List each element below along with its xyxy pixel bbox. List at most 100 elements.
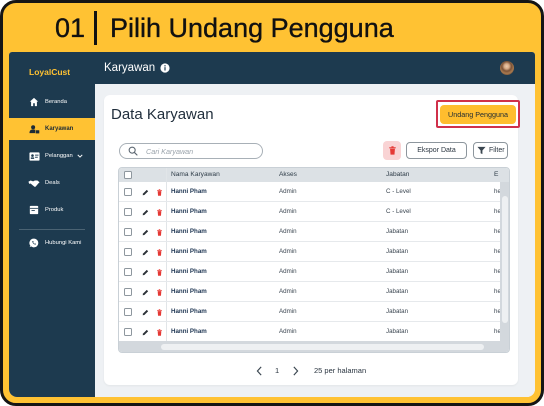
sidebar-item-label: Beranda	[45, 99, 67, 105]
employee-position: C - Level	[386, 188, 411, 195]
trash-icon[interactable]	[156, 208, 163, 216]
row-checkbox[interactable]	[124, 288, 132, 296]
trash-icon[interactable]	[156, 268, 163, 276]
employee-position: Jabatan	[386, 288, 409, 295]
edit-icon[interactable]	[142, 309, 149, 316]
sidebar-item-label: Pelanggan	[45, 153, 73, 159]
sidebar-item-karyawan[interactable]: Karyawan	[9, 118, 95, 140]
column-header-name[interactable]: Nama Karyawan	[171, 168, 220, 182]
delete-button[interactable]	[383, 141, 401, 160]
table-row[interactable]: Hanni Pham Admin Jabatan he	[119, 322, 509, 342]
whatsapp-icon	[28, 237, 40, 249]
employee-access: Admin	[279, 328, 297, 335]
column-header-access[interactable]: Akses	[279, 168, 297, 182]
trash-icon[interactable]	[156, 188, 163, 196]
trash-icon[interactable]	[156, 248, 163, 256]
invite-user-button[interactable]: Undang Pengguna	[440, 105, 516, 124]
chevron-left-icon[interactable]	[256, 366, 264, 376]
edit-icon[interactable]	[142, 329, 149, 336]
product-icon	[28, 204, 40, 216]
sidebar-item-produk[interactable]: Produk	[9, 199, 95, 221]
export-button[interactable]: Ekspor Data	[406, 142, 467, 159]
row-checkbox[interactable]	[124, 208, 132, 216]
edit-icon[interactable]	[142, 229, 149, 236]
table-row[interactable]: Hanni Pham Admin C - Level he	[119, 182, 509, 202]
employee-name: Hanni Pham	[171, 308, 207, 315]
employee-name: Hanni Pham	[171, 228, 207, 235]
employee-position: Jabatan	[386, 228, 409, 235]
per-page-selector[interactable]: 25 per halaman	[314, 365, 366, 377]
column-divider	[166, 242, 167, 261]
row-checkbox[interactable]	[124, 228, 132, 236]
sidebar-item-label: Produk	[45, 207, 64, 213]
table-row[interactable]: Hanni Pham Admin Jabatan he	[119, 262, 509, 282]
table-row[interactable]: Hanni Pham Admin Jabatan he	[119, 242, 509, 262]
search-input[interactable]	[146, 144, 258, 158]
step-title: Pilih Undang Pengguna	[110, 13, 394, 43]
table-row[interactable]: Hanni Pham Admin C - Level he	[119, 202, 509, 222]
customer-card-icon	[28, 150, 40, 162]
column-divider	[166, 302, 167, 321]
employee-icon	[28, 123, 40, 135]
sidebar-divider	[19, 229, 85, 230]
top-bar: Karyawan	[95, 52, 535, 84]
brand-logo[interactable]: LoyalCust	[29, 66, 70, 78]
sidebar-item-pelanggan[interactable]: Pelanggan	[9, 145, 95, 167]
trash-icon[interactable]	[156, 228, 163, 236]
vertical-scroll-thumb[interactable]	[502, 196, 508, 323]
edit-icon[interactable]	[142, 209, 149, 216]
chevron-down-icon[interactable]	[77, 153, 83, 159]
column-header-email[interactable]: E	[494, 168, 498, 182]
employee-access: Admin	[279, 188, 297, 195]
row-checkbox[interactable]	[124, 308, 132, 316]
table-row[interactable]: Hanni Pham Admin Jabatan he	[119, 282, 509, 302]
filter-label: Filter	[489, 147, 505, 154]
column-divider	[166, 262, 167, 281]
step-card: 01 Pilih Undang Pengguna LoyalCust Beran…	[0, 0, 544, 406]
chevron-right-icon[interactable]	[292, 366, 300, 376]
step-divider	[94, 11, 97, 45]
employee-table: Nama Karyawan Akses Jabatan E Hanni Pham…	[118, 167, 510, 353]
trash-icon[interactable]	[156, 288, 163, 296]
edit-icon[interactable]	[142, 269, 149, 276]
row-checkbox[interactable]	[124, 248, 132, 256]
employee-position: Jabatan	[386, 328, 409, 335]
trash-icon[interactable]	[156, 308, 163, 316]
table-row[interactable]: Hanni Pham Admin Jabatan he	[119, 302, 509, 322]
table-header: Nama Karyawan Akses Jabatan E	[119, 168, 509, 182]
row-checkbox[interactable]	[124, 188, 132, 196]
employee-name: Hanni Pham	[171, 188, 207, 195]
current-page[interactable]: 1	[275, 365, 279, 377]
column-header-position[interactable]: Jabatan	[386, 168, 409, 182]
table-row[interactable]: Hanni Pham Admin Jabatan he	[119, 222, 509, 242]
filter-button[interactable]: Filter	[473, 142, 508, 159]
column-divider	[166, 222, 167, 241]
sidebar-item-beranda[interactable]: Beranda	[9, 91, 95, 113]
main-content: Data Karyawan Undang Pengguna Ekspor Dat…	[95, 84, 535, 397]
trash-icon[interactable]	[156, 328, 163, 336]
row-checkbox[interactable]	[124, 328, 132, 336]
employee-name: Hanni Pham	[171, 248, 207, 255]
search-box[interactable]	[119, 143, 263, 159]
employee-position: Jabatan	[386, 248, 409, 255]
employee-access: Admin	[279, 308, 297, 315]
employee-name: Hanni Pham	[171, 288, 207, 295]
home-icon	[28, 96, 40, 108]
info-icon[interactable]	[160, 63, 170, 73]
row-checkbox[interactable]	[124, 268, 132, 276]
sidebar-item-deals[interactable]: Deals	[9, 172, 95, 194]
employee-access: Admin	[279, 268, 297, 275]
edit-icon[interactable]	[142, 289, 149, 296]
app-screenshot: LoyalCust Beranda Karyawan Pelanggan Dea…	[9, 52, 535, 397]
horizontal-scroll-thumb[interactable]	[161, 344, 484, 350]
select-all-checkbox[interactable]	[124, 171, 132, 179]
edit-icon[interactable]	[142, 249, 149, 256]
column-divider	[166, 322, 167, 341]
employee-position: C - Level	[386, 208, 411, 215]
edit-icon[interactable]	[142, 189, 149, 196]
sidebar-item-hubungi-kami[interactable]: Hubungi Kami	[9, 232, 95, 254]
horizontal-scrollbar[interactable]	[119, 341, 509, 352]
column-divider	[166, 182, 167, 201]
vertical-scrollbar[interactable]	[500, 182, 509, 342]
user-avatar-icon[interactable]	[500, 61, 514, 75]
